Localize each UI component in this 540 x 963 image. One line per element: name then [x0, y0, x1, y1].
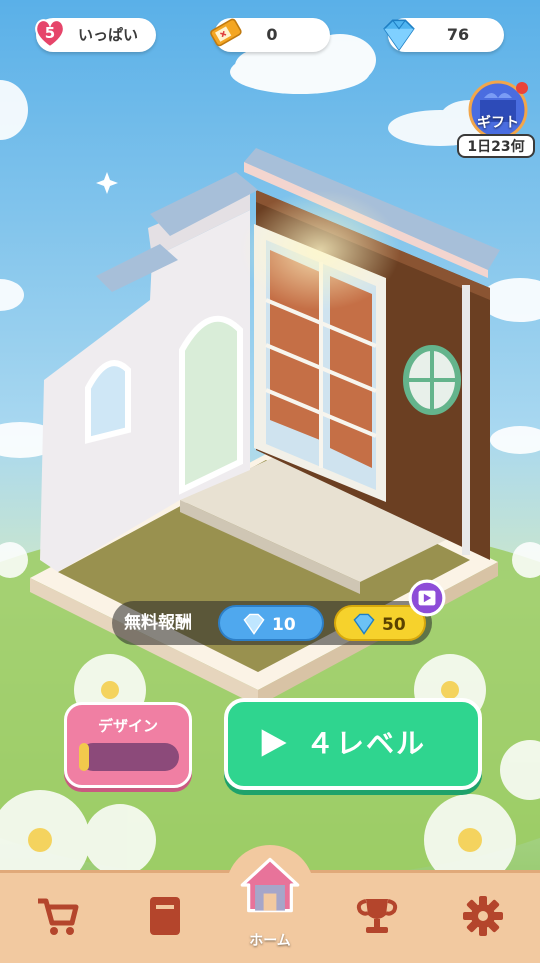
reward-10-gems-button[interactable]: 10: [218, 605, 324, 641]
design-progress-bar: [79, 743, 179, 771]
design-label: デザイン: [97, 717, 158, 735]
home-tab-label: ホーム: [249, 933, 291, 949]
lives-counter[interactable]: 5 いっぱい: [35, 18, 156, 52]
ticket-counter[interactable]: 0: [210, 18, 330, 52]
shopping-cart-icon[interactable]: [32, 891, 82, 941]
free-reward-label: 無料報酬: [124, 613, 192, 633]
gear-icon[interactable]: [458, 891, 508, 941]
reward-10-value: 10: [272, 615, 296, 635]
play-level-label: ４レベル: [306, 727, 427, 760]
gift-label: ギフト: [477, 115, 519, 131]
lives-count: 5: [44, 24, 56, 42]
reward-50-value: 50: [382, 615, 406, 635]
ticket-count: 0: [266, 25, 278, 44]
free-reward-bar: 無料報酬 10 50: [112, 579, 446, 645]
diamond-icon: [243, 613, 265, 635]
diamond-icon: [353, 613, 375, 635]
lives-status: いっぱい: [78, 26, 139, 44]
gift-timer: 1日23何: [457, 134, 535, 158]
small-arched-window: [85, 360, 131, 444]
play-icon: [261, 729, 287, 757]
gem-counter[interactable]: 76: [383, 18, 504, 52]
design-button[interactable]: デザイン: [64, 702, 192, 788]
book-icon[interactable]: [140, 891, 190, 941]
video-ad-icon: [408, 579, 446, 617]
home-icon: [240, 857, 300, 913]
arched-doorway: [179, 315, 243, 495]
gem-count: 76: [446, 25, 470, 44]
trophy-icon[interactable]: [352, 891, 402, 941]
design-progress-fill: [79, 743, 89, 771]
play-level-button[interactable]: ４レベル: [224, 698, 482, 790]
home-tab[interactable]: [226, 845, 314, 933]
